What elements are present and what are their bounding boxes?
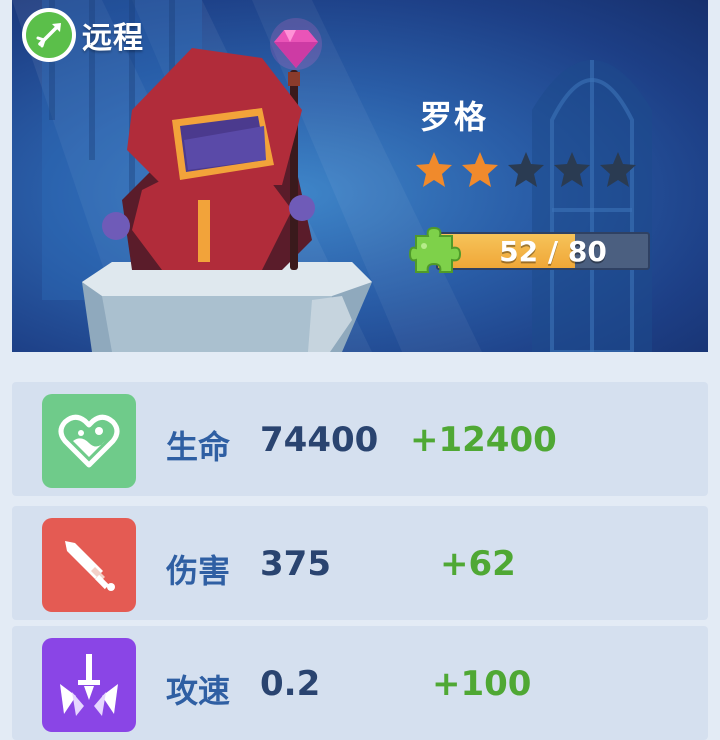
- hero-type-label: 远程: [82, 21, 144, 56]
- shard-progress-track: 52 / 80: [436, 232, 650, 270]
- star-filled-icon: [416, 152, 452, 187]
- sword-icon: [42, 518, 136, 612]
- stat-bonus-damage: +62: [440, 544, 516, 584]
- stat-bonus-attack-speed: +100: [432, 664, 532, 704]
- shard-progress-bar: 52 / 80: [408, 224, 654, 276]
- heart-icon: [42, 394, 136, 488]
- stat-bonus-hp: +12400: [410, 420, 557, 460]
- attack-speed-icon: [42, 638, 136, 732]
- hero-portrait-panel: 远程 罗格 52 / 80: [12, 0, 708, 352]
- shard-progress-text: 52 / 80: [499, 234, 607, 268]
- stat-row-hp: 生命 74400 +12400: [12, 382, 708, 496]
- star-empty-icon: [554, 152, 590, 187]
- hero-star-rating: [414, 150, 638, 190]
- stat-value-attack-speed: 0.2: [260, 664, 321, 704]
- stat-value-hp: 74400: [260, 420, 379, 460]
- puzzle-piece-icon: [408, 226, 462, 273]
- stat-label-attack-speed: 攻速: [166, 672, 231, 710]
- stat-label-hp: 生命: [166, 428, 231, 466]
- stat-value-damage: 375: [260, 544, 331, 584]
- stat-row-attack-speed: 攻速 0.2 +100: [12, 626, 708, 740]
- ranged-type-icon: [22, 8, 76, 62]
- hero-type-badge: 远程: [22, 8, 144, 62]
- stat-label-damage: 伤害: [166, 552, 231, 590]
- star-empty-icon: [600, 152, 636, 187]
- hero-name: 罗格: [420, 98, 489, 136]
- star-filled-icon: [462, 152, 498, 187]
- star-empty-icon: [508, 152, 544, 187]
- stat-row-damage: 伤害 375 +62: [12, 506, 708, 620]
